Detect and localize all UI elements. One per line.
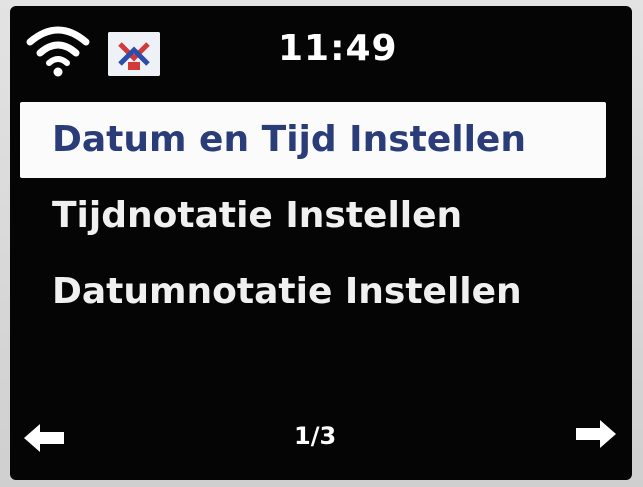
arrow-left-icon[interactable] (24, 424, 64, 452)
menu-item-time-format[interactable]: Tijdnotatie Instellen (10, 178, 632, 254)
menu-item-date-format[interactable]: Datumnotatie Instellen (10, 254, 632, 330)
arrow-right-icon[interactable] (576, 420, 616, 448)
status-bar: 11:49 (10, 6, 632, 102)
wifi-icon (26, 26, 90, 77)
settings-menu: Datum en Tijd Instellen Tijdnotatie Inst… (10, 102, 632, 330)
clock-time: 11:49 (278, 28, 398, 69)
device-bezel: 11:49 Datum en Tijd Instellen Tijdnotati… (0, 0, 643, 487)
page-indicator: 1/3 (294, 422, 337, 450)
navigation-bar: 1/3 (10, 400, 632, 470)
display-screen: 11:49 Datum en Tijd Instellen Tijdnotati… (10, 6, 632, 480)
radio-station-logo-icon (108, 32, 160, 76)
menu-item-date-time[interactable]: Datum en Tijd Instellen (20, 102, 606, 178)
